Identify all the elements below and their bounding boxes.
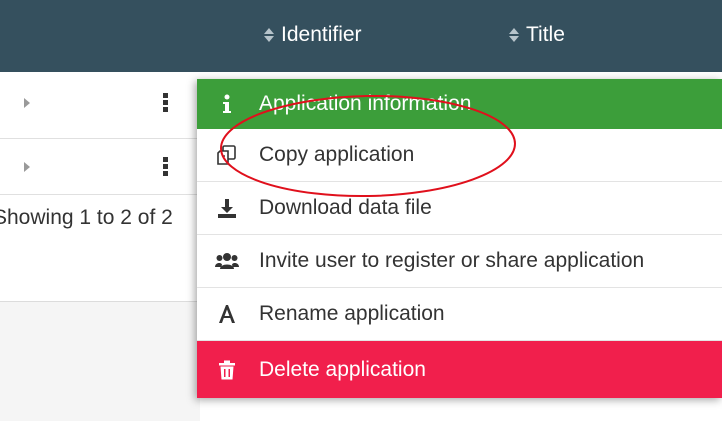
menu-item-rename-application[interactable]: Rename application (197, 288, 722, 341)
sort-icon (263, 27, 275, 43)
trash-icon (215, 358, 239, 382)
menu-item-copy-application[interactable]: Copy application (197, 129, 722, 182)
info-icon (215, 92, 239, 116)
menu-item-label: Download data file (259, 196, 432, 219)
column-label: Identifier (281, 23, 362, 46)
row-actions-menu-icon[interactable] (163, 157, 169, 176)
download-icon (215, 196, 239, 220)
menu-item-delete-application[interactable]: Delete application (197, 341, 722, 398)
menu-item-label: Rename application (259, 302, 445, 325)
table-row (0, 139, 200, 195)
row-actions-menu-icon[interactable] (163, 93, 169, 112)
menu-item-application-information[interactable]: Application information (197, 79, 722, 129)
menu-item-invite-user[interactable]: Invite user to register or share applica… (197, 235, 722, 288)
users-icon (215, 249, 239, 273)
menu-item-label: Invite user to register or share applica… (259, 249, 645, 272)
expand-row-icon[interactable] (22, 160, 32, 174)
menu-item-label: Application information (259, 92, 472, 115)
column-label: Title (526, 23, 565, 46)
expand-row-icon[interactable] (22, 96, 32, 110)
rename-icon (215, 302, 239, 326)
column-header-title[interactable]: Title (508, 23, 565, 47)
menu-item-label: Copy application (259, 143, 415, 166)
menu-item-label: Delete application (259, 357, 426, 381)
row-actions-dropdown: Application information Copy application… (197, 79, 722, 398)
pagination-info: Showing 1 to 2 of 2 (0, 206, 173, 229)
table-row (0, 72, 200, 139)
table-header: Identifier Title (0, 0, 722, 72)
copy-icon (215, 143, 239, 167)
menu-item-download-data-file[interactable]: Download data file (197, 182, 722, 235)
table-footer-area (0, 302, 200, 421)
sort-icon (508, 27, 520, 43)
column-header-identifier[interactable]: Identifier (263, 23, 362, 47)
